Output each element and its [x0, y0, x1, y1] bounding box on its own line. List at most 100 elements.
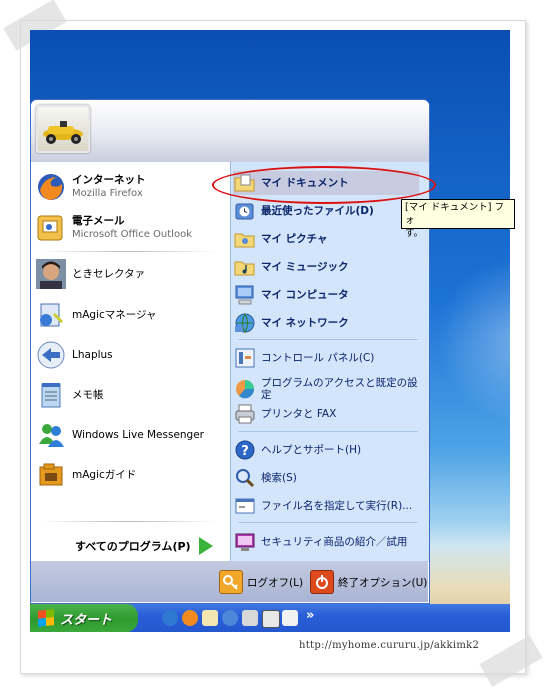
place-label: マイ ミュージック: [261, 261, 349, 273]
recent-item-label: Windows Live Messenger: [72, 428, 205, 441]
user-avatar[interactable]: [36, 105, 90, 153]
watermark-url: http://myhome.cururu.jp/akkimk2: [299, 640, 480, 651]
search-label: 検索(S): [261, 472, 297, 484]
place-my-network[interactable]: マイ ネットワーク: [233, 311, 419, 335]
pinned-email-subtitle: Microsoft Office Outlook: [72, 229, 192, 240]
places-separator-3: [238, 522, 418, 523]
pinned-internet[interactable]: インターネット Mozilla Firefox: [36, 172, 146, 202]
program-access-label: プログラムのアクセスと既定の設定: [261, 377, 418, 401]
recent-item-label: メモ帳: [72, 388, 104, 401]
notepad-icon: [36, 380, 66, 410]
place-label: 最近使ったファイル(D): [261, 205, 374, 217]
printer-icon: [233, 402, 257, 426]
outlook-icon: [36, 213, 66, 243]
outlook-quicklaunch-icon[interactable]: [222, 610, 238, 626]
recent-files-icon: [233, 199, 257, 223]
all-programs-label: すべてのプログラム(P): [75, 540, 191, 553]
place-label: マイ ピクチャ: [261, 233, 328, 245]
ie-icon[interactable]: [162, 610, 178, 626]
recent-item-label: ときセレクタァ: [72, 267, 146, 280]
annotation-ellipse: [212, 166, 436, 204]
firefox-quicklaunch-icon[interactable]: [182, 610, 198, 626]
windows-flag-icon: [38, 609, 54, 627]
folder-pictures-icon: [233, 227, 257, 251]
program-access-line-1: プログラムのアクセスと既定の設: [261, 377, 418, 389]
control-panel[interactable]: コントロール パネル(C): [233, 346, 419, 370]
recent-item-magic-guide[interactable]: mAgicガイド: [36, 460, 136, 490]
tooltip-line-1: [マイ ドキュメント] フォ: [405, 202, 504, 226]
image-viewer-icon[interactable]: [242, 610, 258, 626]
places-separator-2: [238, 431, 418, 432]
shutdown-button[interactable]: 終了オプション(U): [310, 570, 427, 594]
svg-text:?: ?: [241, 444, 249, 459]
help-and-support[interactable]: ? ヘルプとサポート(H): [233, 438, 419, 462]
help-label: ヘルプとサポート(H): [261, 444, 362, 456]
recent-item-notepad[interactable]: メモ帳: [36, 380, 104, 410]
shutdown-label: 終了オプション(U): [338, 576, 428, 589]
lhaplus-icon: [36, 340, 66, 370]
recent-item-tokiselector[interactable]: ときセレクタァ: [36, 259, 145, 289]
all-programs-separator: [40, 521, 218, 522]
start-label: スタート: [60, 612, 113, 628]
run-icon: [233, 494, 257, 518]
magic-guide-icon: [36, 460, 66, 490]
run-label: ファイル名を指定して実行(R)...: [261, 500, 413, 512]
mail-icon[interactable]: [202, 610, 218, 626]
control-panel-icon: [233, 346, 257, 370]
program-access-icon: [233, 377, 257, 401]
all-programs-button[interactable]: すべてのプログラム(P): [75, 537, 213, 555]
tooltip-line-2: す。: [405, 228, 424, 239]
network-icon: [233, 311, 257, 335]
printers-label: プリンタと FAX: [261, 408, 337, 420]
places-separator-1: [238, 339, 418, 340]
recent-item-label: mAgicガイド: [72, 468, 137, 481]
recent-item-label: Lhaplus: [72, 348, 113, 361]
security-products[interactable]: セキュリティ商品の紹介／試用: [233, 530, 419, 554]
notepad-quicklaunch-icon[interactable]: [282, 610, 298, 626]
magic-manager-icon: [36, 300, 66, 330]
program-access-defaults[interactable]: プログラムのアクセスと既定の設定: [233, 375, 419, 403]
search[interactable]: 検索(S): [233, 466, 419, 490]
recent-item-lhaplus[interactable]: Lhaplus: [36, 340, 113, 370]
green-arrow-icon: [198, 537, 213, 555]
folder-music-icon: [233, 255, 257, 279]
recent-item-label: mAgicマネージャ: [72, 308, 157, 321]
recent-item-messenger[interactable]: Windows Live Messenger: [36, 420, 204, 450]
taskbar: スタート »: [30, 604, 510, 632]
control-panel-label: コントロール パネル(C): [261, 352, 375, 364]
pinned-internet-subtitle: Mozilla Firefox: [72, 188, 143, 199]
place-label: マイ コンピュータ: [261, 289, 349, 301]
power-icon: [310, 570, 334, 594]
program-access-line-2: 定: [261, 389, 272, 401]
firefox-icon: [36, 172, 66, 202]
place-my-music[interactable]: マイ ミュージック: [233, 255, 419, 279]
recent-item-magic-manager[interactable]: mAgicマネージャ: [36, 300, 157, 330]
place-label: マイ ネットワーク: [261, 317, 349, 329]
security-label: セキュリティ商品の紹介／試用: [261, 536, 408, 548]
printers-and-fax[interactable]: プリンタと FAX: [233, 402, 419, 426]
tooltip: [マイ ドキュメント] フォ す。: [401, 199, 515, 239]
help-icon: ?: [233, 438, 257, 462]
pinned-email[interactable]: 電子メール Microsoft Office Outlook: [36, 213, 192, 243]
place-my-pictures[interactable]: マイ ピクチャ: [233, 227, 419, 251]
computer-icon: [233, 283, 257, 307]
run-command[interactable]: ファイル名を指定して実行(R)...: [233, 494, 419, 518]
start-button[interactable]: スタート: [30, 604, 138, 632]
logoff-button[interactable]: ログオフ(L): [219, 570, 303, 594]
start-menu-footer: ログオフ(L) 終了オプション(U): [31, 561, 428, 602]
document-icon[interactable]: [262, 610, 280, 628]
quicklaunch-chevron[interactable]: »: [306, 608, 314, 623]
wallpaper-glow: [430, 250, 510, 430]
messenger-icon: [36, 420, 66, 450]
logoff-label: ログオフ(L): [247, 576, 304, 589]
pinned-separator: [40, 251, 218, 252]
start-menu-header: [31, 100, 429, 162]
person-photo-icon: [36, 259, 66, 289]
pinned-internet-title: インターネット: [72, 174, 146, 186]
search-icon: [233, 466, 257, 490]
key-icon: [219, 570, 243, 594]
race-car-icon: [43, 121, 83, 144]
pinned-email-title: 電子メール: [72, 215, 125, 227]
place-my-computer[interactable]: マイ コンピュータ: [233, 283, 419, 307]
security-monitor-icon: [233, 530, 257, 554]
